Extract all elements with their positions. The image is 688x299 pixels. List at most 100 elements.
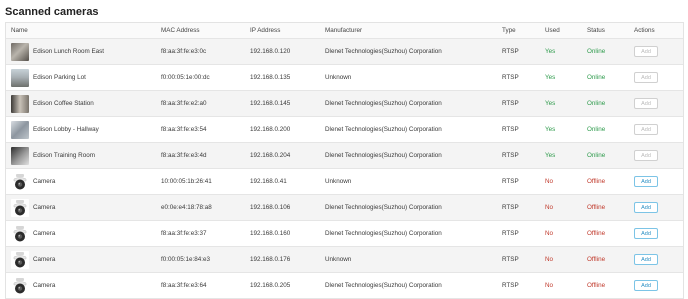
camera-name: Edison Parking Lot — [33, 74, 86, 81]
actions-cell: Add — [634, 117, 658, 142]
mac-address: f0:00:05:1e:84:e3 — [161, 256, 211, 263]
used-status: Yes — [545, 126, 556, 133]
table-row[interactable]: Edison Training Room f8:aa:3f:fe:e3:4d 1… — [6, 143, 683, 169]
camera-name-cell: Edison Parking Lot — [11, 65, 86, 90]
table-row[interactable]: Camera f8:aa:3f:fe:e3:64 192.168.0.205 D… — [6, 273, 683, 299]
camera-snapshot-thumbnail — [11, 94, 29, 113]
actions-cell: Add — [634, 91, 658, 116]
ip-address: 192.168.0.176 — [250, 256, 291, 263]
online-status: Offline — [587, 178, 606, 185]
mac-address: f8:aa:3f:fe:e3:37 — [161, 230, 207, 237]
manufacturer: Dlenet Technologies(Suzhou) Corporation — [325, 126, 442, 133]
mac-address: f8:aa:3f:fe:e3:0c — [161, 48, 207, 55]
table-row[interactable]: Edison Lunch Room East f8:aa:3f:fe:e3:0c… — [6, 39, 683, 65]
column-header-name[interactable]: Name — [11, 23, 28, 38]
manufacturer: Dlenet Technologies(Suzhou) Corporation — [325, 152, 442, 159]
camera-name: Camera — [33, 178, 56, 185]
add-camera-button[interactable]: Add — [634, 202, 658, 213]
add-camera-button[interactable]: Add — [634, 124, 658, 135]
mac-address: f8:aa:3f:fe:e3:64 — [161, 282, 207, 289]
table-row[interactable]: Camera f8:aa:3f:fe:e3:37 192.168.0.160 D… — [6, 221, 683, 247]
camera-name-cell: Camera — [11, 195, 55, 220]
used-status: No — [545, 204, 554, 211]
camera-type: RTSP — [502, 256, 519, 263]
table-row[interactable]: Edison Parking Lot f0:00:05:1e:00:dc 192… — [6, 65, 683, 91]
camera-type: RTSP — [502, 230, 519, 237]
camera-name: Camera — [33, 282, 56, 289]
manufacturer: Dlenet Technologies(Suzhou) Corporation — [325, 100, 442, 107]
used-status: Yes — [545, 48, 556, 55]
camera-name-cell: Edison Coffee Station — [11, 91, 94, 116]
dome-camera-icon — [11, 276, 29, 295]
add-camera-button[interactable]: Add — [634, 228, 658, 239]
ip-address: 192.168.0.205 — [250, 282, 291, 289]
page-title: Scanned cameras — [5, 6, 99, 18]
camera-name: Edison Training Room — [33, 152, 95, 159]
dome-camera-icon — [11, 198, 29, 217]
camera-name-cell: Edison Lobby - Hallway — [11, 117, 99, 142]
column-header-used[interactable]: Used — [545, 23, 560, 38]
table-row[interactable]: Camera 10:00:05:1b:26:41 192.168.0.41 Un… — [6, 169, 683, 195]
column-header-ip[interactable]: IP Address — [250, 23, 280, 38]
used-status: No — [545, 282, 554, 289]
camera-snapshot-thumbnail — [11, 120, 29, 139]
column-header-manufacturer[interactable]: Manufacturer — [325, 23, 362, 38]
camera-name: Edison Lobby - Hallway — [33, 126, 99, 133]
add-camera-button[interactable]: Add — [634, 72, 658, 83]
column-header-actions: Actions — [634, 27, 655, 34]
mac-address: e0:0e:e4:18:78:a8 — [161, 204, 212, 211]
ip-address: 192.168.0.200 — [250, 126, 291, 133]
ip-address: 192.168.0.120 — [250, 48, 291, 55]
camera-type: RTSP — [502, 74, 519, 81]
column-header-type[interactable]: Type — [502, 23, 516, 38]
manufacturer: Unknown — [325, 256, 352, 263]
online-status: Offline — [587, 230, 606, 237]
online-status: Offline — [587, 282, 606, 289]
add-camera-button[interactable]: Add — [634, 150, 658, 161]
online-status: Offline — [587, 204, 606, 211]
online-status: Online — [587, 100, 606, 107]
add-camera-button[interactable]: Add — [634, 46, 658, 57]
used-status: Yes — [545, 152, 556, 159]
actions-cell: Add — [634, 195, 658, 220]
used-status: Yes — [545, 74, 556, 81]
mac-address: f8:aa:3f:fe:e2:a0 — [161, 100, 207, 107]
add-camera-button[interactable]: Add — [634, 176, 658, 187]
table-row[interactable]: Edison Lobby - Hallway f8:aa:3f:fe:e3:54… — [6, 117, 683, 143]
add-camera-button[interactable]: Add — [634, 280, 658, 291]
actions-cell: Add — [634, 247, 658, 272]
actions-cell: Add — [634, 65, 658, 90]
used-status: No — [545, 256, 554, 263]
camera-name: Camera — [33, 230, 56, 237]
camera-name-cell: Edison Lunch Room East — [11, 39, 104, 64]
actions-cell: Add — [634, 39, 658, 64]
ip-address: 192.168.0.204 — [250, 152, 291, 159]
table-row[interactable]: Camera f0:00:05:1e:84:e3 192.168.0.176 U… — [6, 247, 683, 273]
manufacturer: Unknown — [325, 74, 352, 81]
actions-cell: Add — [634, 143, 658, 168]
camera-name-cell: Camera — [11, 169, 55, 194]
camera-type: RTSP — [502, 152, 519, 159]
column-header-mac[interactable]: MAC Address — [161, 23, 200, 38]
ip-address: 192.168.0.145 — [250, 100, 291, 107]
used-status: No — [545, 178, 554, 185]
online-status: Online — [587, 152, 606, 159]
add-camera-button[interactable]: Add — [634, 98, 658, 109]
column-header-status[interactable]: Status — [587, 23, 605, 38]
table-row[interactable]: Camera e0:0e:e4:18:78:a8 192.168.0.106 D… — [6, 195, 683, 221]
camera-name-cell: Camera — [11, 247, 55, 272]
manufacturer: Dlenet Technologies(Suzhou) Corporation — [325, 282, 442, 289]
manufacturer: Dlenet Technologies(Suzhou) Corporation — [325, 230, 442, 237]
online-status: Offline — [587, 256, 606, 263]
table-row[interactable]: Edison Coffee Station f8:aa:3f:fe:e2:a0 … — [6, 91, 683, 117]
camera-name: Camera — [33, 256, 56, 263]
add-camera-button[interactable]: Add — [634, 254, 658, 265]
manufacturer: Unknown — [325, 178, 352, 185]
camera-type: RTSP — [502, 48, 519, 55]
camera-type: RTSP — [502, 100, 519, 107]
camera-type: RTSP — [502, 126, 519, 133]
camera-name: Edison Coffee Station — [33, 100, 94, 107]
table-header: Name MAC Address IP Address Manufacturer… — [6, 23, 683, 39]
used-status: No — [545, 230, 554, 237]
online-status: Online — [587, 74, 606, 81]
